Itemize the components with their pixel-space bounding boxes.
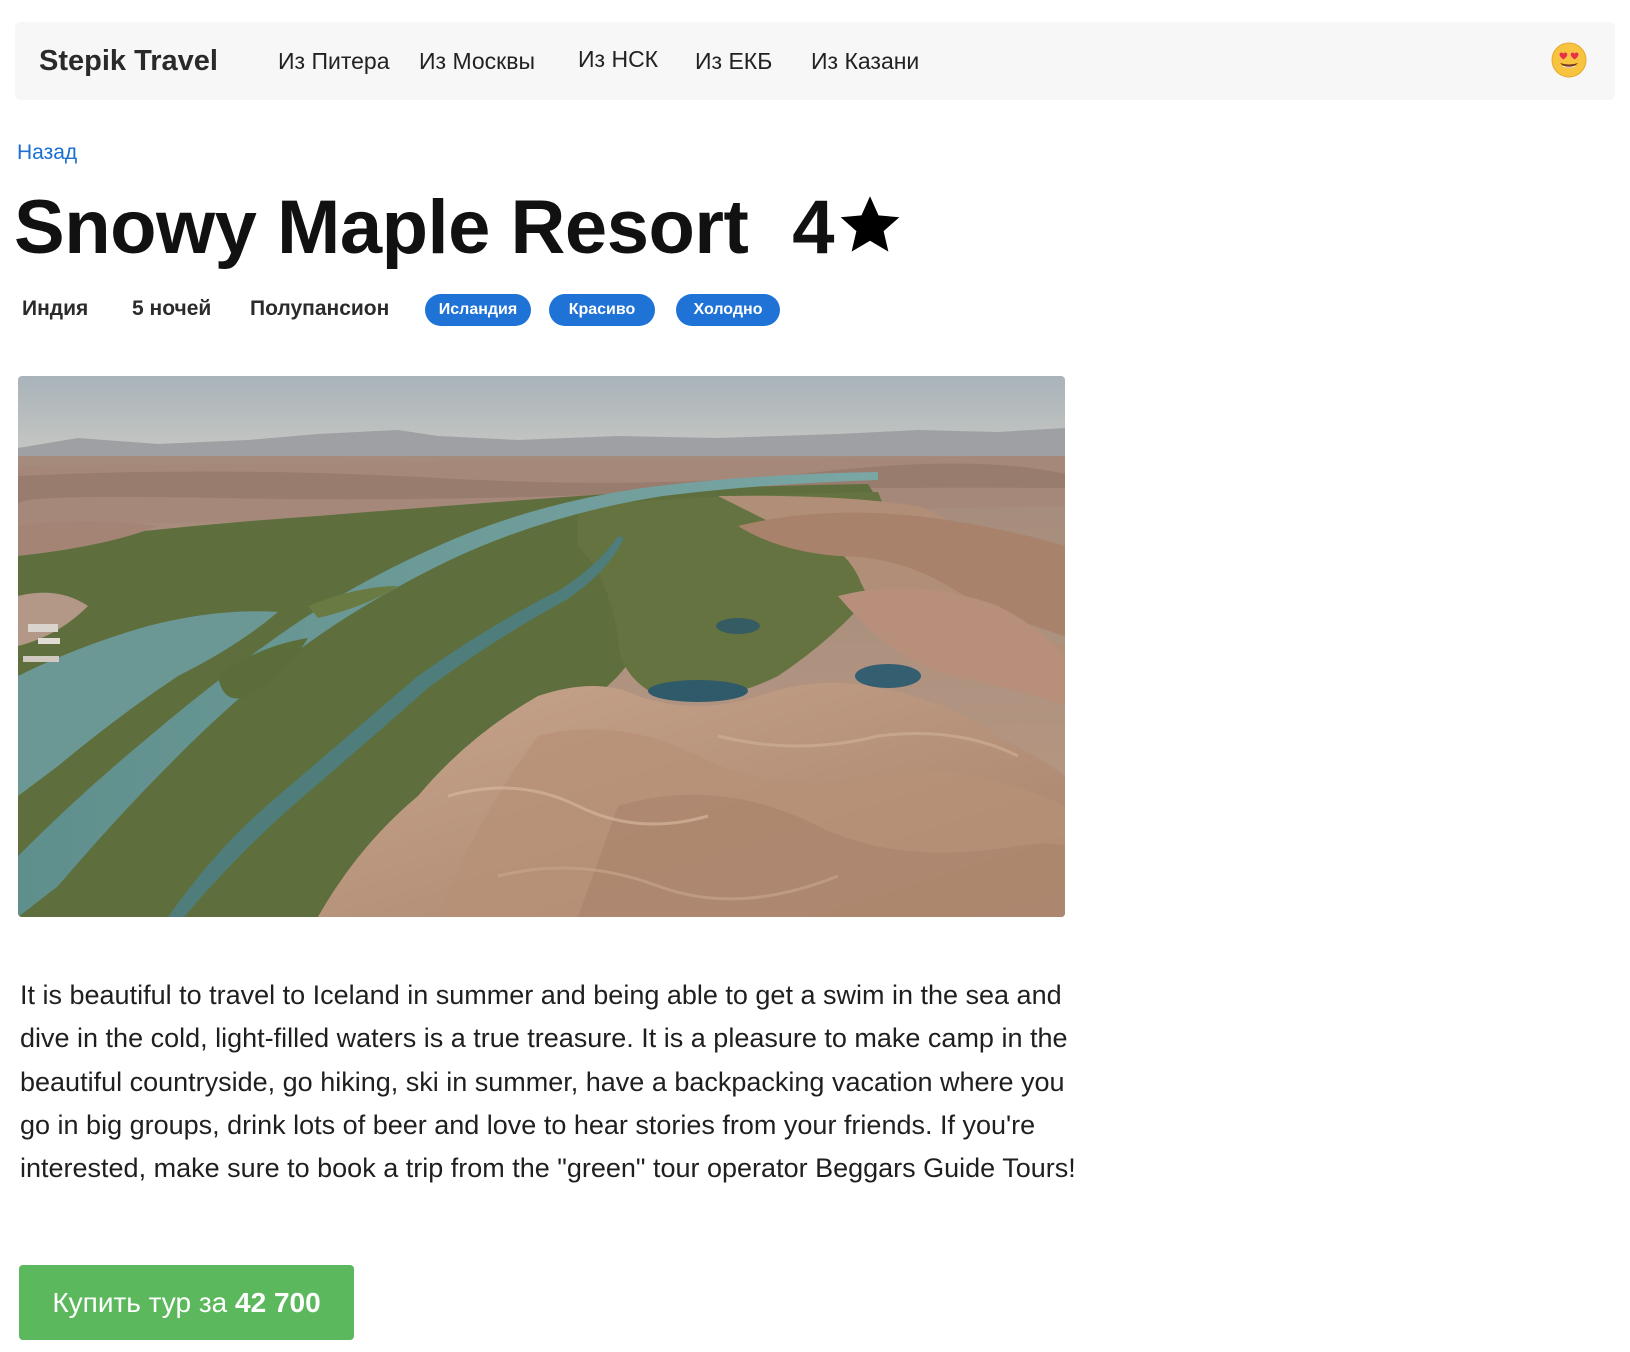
nav-link-from-nsk[interactable]: Из НСК [578,44,658,74]
tag-badge: Исландия [425,294,531,326]
back-link[interactable]: Назад [17,140,77,166]
nav-link-from-kazan[interactable]: Из Казани [811,46,919,76]
star-icon [840,196,900,252]
tour-nights: 5 ночей [132,297,212,320]
tour-description: It is beautiful to travel to Iceland in … [20,980,1076,1184]
buy-tour-button[interactable]: Купить тур за 42 700 [19,1265,354,1340]
buy-label: Купить тур за [52,1287,228,1318]
nav-link-from-ekb[interactable]: Из ЕКБ [695,46,772,76]
landscape-photo [18,376,1065,917]
tour-rating: 4 [792,185,835,270]
tour-title: Snowy Maple Resort [14,185,749,270]
tour-price: 42 700 [235,1287,321,1318]
navbar: Stepik Travel Из Питера Из Москвы Из НСК… [15,22,1615,100]
page-title: Snowy Maple Resort 4 [14,184,902,272]
nav-link-from-moscow[interactable]: Из Москвы [419,46,535,76]
tour-photo [18,376,1065,917]
heart-eyes-emoji-icon[interactable] [1551,42,1587,78]
nav-link-from-spb[interactable]: Из Питера [278,46,390,76]
tour-meal-plan: Полупансион [250,297,390,320]
tag-badge: Красиво [549,294,655,326]
brand-logo[interactable]: Stepik Travel [39,44,218,78]
tag-badge: Холодно [676,294,780,326]
tour-country: Индия [22,297,89,320]
